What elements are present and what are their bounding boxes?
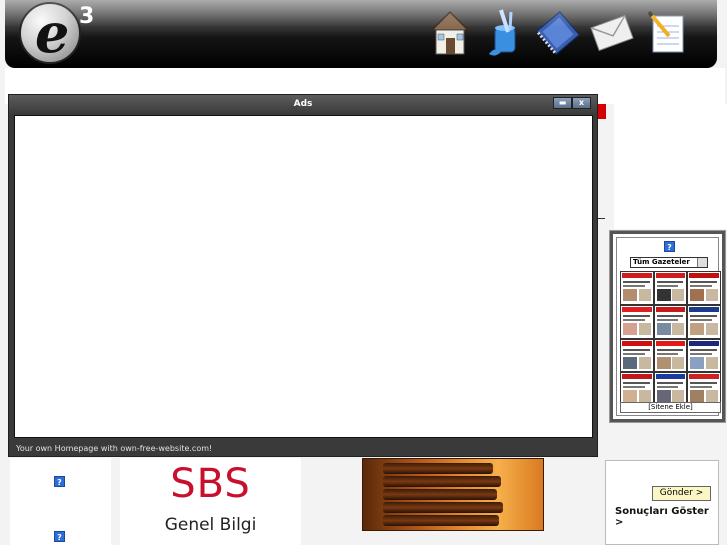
book-spine (383, 476, 501, 487)
newspaper-grid (620, 271, 721, 406)
newspaper-widget-frame: ? Tüm Gazeteler [Sitene Ekle] (616, 237, 721, 416)
newspaper-thumbnail[interactable] (621, 272, 653, 304)
newspaper-thumbnail[interactable] (688, 373, 720, 405)
chevron-down-icon (697, 258, 707, 267)
newspaper-thumbnail[interactable] (654, 305, 687, 338)
sbs-subtitle: Genel Bilgi (164, 515, 257, 535)
red-tab-marker[interactable] (598, 104, 606, 119)
left-column: ? ? (10, 458, 111, 545)
book-spine (383, 489, 497, 500)
minimize-button[interactable]: ▬ (553, 97, 572, 109)
add-to-site-link[interactable]: [Sitene Ekle] (620, 402, 721, 413)
ads-dialog: Ads ▬ x Your own Homepage with own-free-… (8, 94, 598, 457)
window-controls: ▬ x (553, 97, 591, 109)
newspaper-select[interactable]: Tüm Gazeteler (630, 257, 708, 268)
newspaper-thumbnail[interactable] (688, 339, 720, 372)
send-button[interactable]: Gönder > (652, 486, 711, 501)
page: e 3 ? Tüm Gazeteler [Sitene Ekle] Ads ▬ … (0, 0, 727, 545)
book-spine (383, 463, 493, 474)
site-header: e 3 (5, 0, 717, 68)
envelope-icon (590, 14, 634, 52)
sbs-title: SBS (170, 461, 251, 507)
newspaper-thumbnail[interactable] (688, 305, 720, 338)
help-icon[interactable]: ? (54, 531, 65, 542)
nav-home-button[interactable] (427, 6, 473, 60)
logo-letter: e (35, 1, 70, 65)
ads-dialog-title: Ads (293, 99, 313, 109)
right-ad-box (614, 104, 727, 229)
paint-brush-icon (489, 9, 516, 56)
notepad-pencil-icon (647, 10, 684, 53)
header-nav (427, 6, 689, 60)
newspaper-thumbnail[interactable] (621, 339, 653, 372)
nav-paint-button[interactable] (481, 6, 527, 60)
help-icon[interactable]: ? (664, 241, 675, 252)
newspaper-thumbnail[interactable] (688, 272, 720, 304)
newspaper-select-label: Tüm Gazeteler (633, 258, 690, 266)
ads-dialog-content[interactable] (14, 115, 593, 438)
nav-mail-button[interactable] (589, 6, 635, 60)
help-icon[interactable]: ? (54, 476, 65, 487)
poll-box: Gönder > Sonuçları Göster > (605, 460, 719, 545)
newspaper-thumbnail[interactable] (654, 373, 687, 405)
newspaper-thumbnail[interactable] (621, 305, 653, 338)
ads-dialog-footer-link[interactable]: Your own Homepage with own-free-website.… (16, 444, 212, 453)
newspaper-thumbnail[interactable] (654, 272, 687, 304)
notebook-icon (536, 11, 580, 55)
home-icon (430, 10, 470, 55)
book-spine (383, 502, 503, 513)
show-results-link[interactable]: Sonuçları Göster > (615, 506, 718, 528)
nav-guestbook-button[interactable] (643, 6, 689, 60)
book-spine (383, 515, 499, 526)
close-button[interactable]: x (572, 97, 591, 109)
newspaper-widget: ? Tüm Gazeteler [Sitene Ekle] (609, 230, 726, 423)
ads-dialog-titlebar[interactable]: Ads ▬ x (9, 95, 597, 113)
books-image[interactable] (362, 458, 544, 531)
sbs-banner[interactable]: SBS Genel Bilgi (120, 458, 301, 545)
newspaper-thumbnail[interactable] (654, 339, 687, 372)
divider (597, 218, 605, 219)
nav-notebook-button[interactable] (535, 6, 581, 60)
newspaper-thumbnail[interactable] (621, 373, 653, 405)
logo[interactable]: e (19, 2, 81, 64)
logo-superscript: 3 (79, 4, 95, 29)
